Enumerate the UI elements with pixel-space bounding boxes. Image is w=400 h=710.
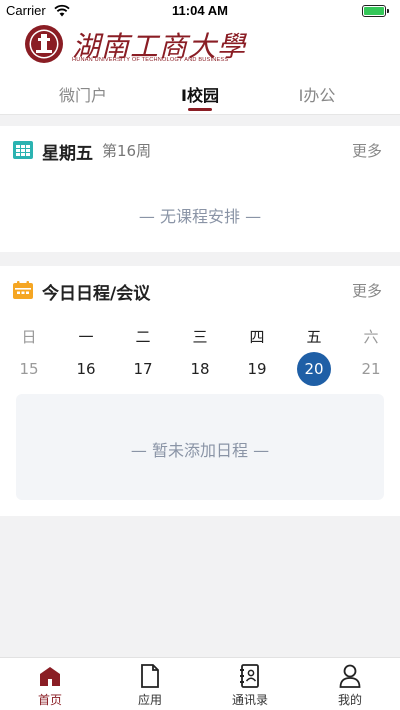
timetable-card: 星期五 第16周 更多 — 无课程安排 — <box>0 126 400 252</box>
weekday-label: 六 <box>363 328 379 346</box>
selected-date-cell[interactable]: 20 <box>297 352 331 386</box>
weekday-label: 四 <box>249 328 265 346</box>
weekday-label: 一 <box>78 328 94 346</box>
no-classes-message: — 无课程安排 — <box>138 207 262 226</box>
tabbar-item-apps[interactable]: 应用 <box>115 664 185 708</box>
weekday-label: 二 <box>135 328 151 346</box>
university-seal-logo <box>25 25 63 63</box>
schedule-more-link[interactable]: 更多 <box>352 280 382 301</box>
document-icon <box>141 664 159 688</box>
weekday-label: 五 <box>306 328 322 346</box>
date-cell[interactable]: 15 <box>12 352 46 386</box>
tab-micro-portal[interactable]: 微门户 <box>28 82 138 106</box>
date-cell[interactable]: 18 <box>183 352 217 386</box>
status-time: 11:04 AM <box>172 3 228 18</box>
schedule-card: 今日日程/会议 更多 日 一 二 三 四 五 六 15 16 17 18 19 … <box>0 266 400 516</box>
contacts-icon <box>240 664 259 688</box>
top-tabs: 微门户 I校园 I办公 <box>0 78 400 112</box>
tabbar-label: 通讯录 <box>231 693 268 707</box>
app-header: 湖南工商大學 HUNAN UNIVERSITY OF TECHNOLOGY AN… <box>0 22 400 115</box>
home-icon <box>40 667 60 686</box>
schedule-list-area: — 暂未添加日程 — <box>16 394 384 500</box>
university-english-name: HUNAN UNIVERSITY OF TECHNOLOGY AND BUSIN… <box>72 57 229 63</box>
status-bar: Carrier 11:04 AM <box>0 0 400 22</box>
user-icon <box>339 664 361 688</box>
timetable-grid-icon <box>13 141 33 159</box>
tabbar-label: 首页 <box>37 693 62 707</box>
battery-icon <box>362 5 389 17</box>
timetable-more-link[interactable]: 更多 <box>352 140 382 161</box>
weekday-label: 日 <box>21 328 37 346</box>
date-cell[interactable]: 19 <box>240 352 274 386</box>
date-cell[interactable]: 17 <box>126 352 160 386</box>
tabbar-label: 我的 <box>337 693 362 707</box>
active-tab-indicator <box>188 108 212 111</box>
tabbar-item-profile[interactable]: 我的 <box>315 664 385 708</box>
date-cell[interactable]: 16 <box>69 352 103 386</box>
tabbar-item-contacts[interactable]: 通讯录 <box>215 664 285 708</box>
weekday-title: 星期五 <box>42 144 93 164</box>
tabbar-label: 应用 <box>137 693 162 707</box>
calendar-icon <box>13 281 33 299</box>
schedule-title: 今日日程/会议 <box>42 284 151 304</box>
date-cell[interactable]: 21 <box>354 352 388 386</box>
tab-office[interactable]: I办公 <box>262 82 372 106</box>
tab-campus[interactable]: I校园 <box>145 82 255 106</box>
week-number: 第16周 <box>102 142 152 160</box>
weekday-label: 三 <box>192 328 208 346</box>
bottom-tab-bar: 首页 应用 通讯录 我的 <box>0 657 400 710</box>
no-schedule-message: — 暂未添加日程 — <box>130 441 270 460</box>
tabbar-item-home[interactable]: 首页 <box>15 664 85 708</box>
